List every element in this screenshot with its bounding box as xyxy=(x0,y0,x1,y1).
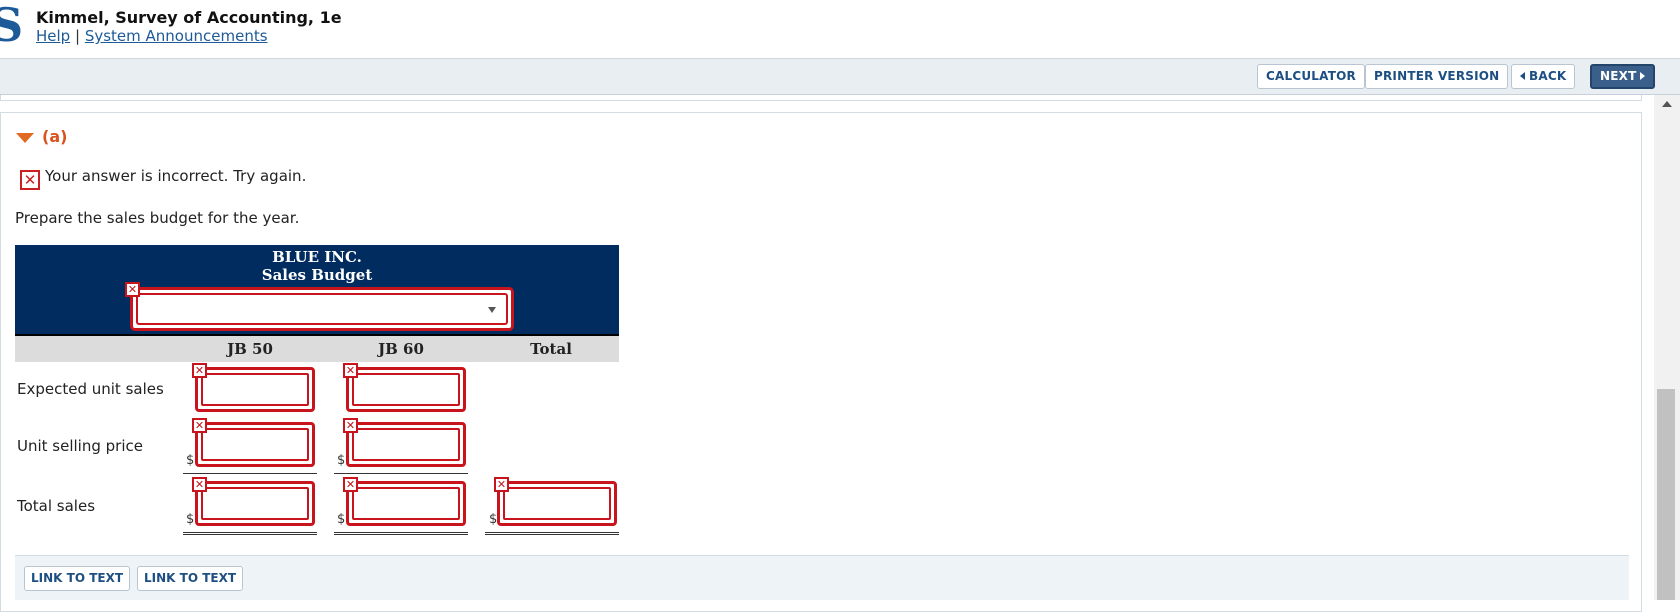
jb50-expected-unit-sales-input[interactable] xyxy=(195,367,315,412)
input-box[interactable] xyxy=(352,373,460,406)
error-x-icon: ✕ xyxy=(125,282,140,297)
input-box[interactable] xyxy=(201,428,309,461)
subtotal-underline xyxy=(334,473,468,474)
budget-title: Sales Budget xyxy=(261,266,373,284)
scroll-up-icon[interactable] xyxy=(1662,101,1672,107)
error-x-icon: ✕ xyxy=(192,477,207,492)
link-separator: | xyxy=(74,27,81,45)
link-to-text-button[interactable]: LINK TO TEXT xyxy=(137,566,244,591)
incorrect-x-icon: ✕ xyxy=(20,170,40,190)
brand-logo: S xyxy=(0,0,24,52)
calculator-button[interactable]: CALCULATOR xyxy=(1257,64,1365,89)
help-link[interactable]: Help xyxy=(36,27,70,45)
error-x-icon: ✕ xyxy=(494,477,509,492)
currency-symbol: $ xyxy=(186,453,195,468)
column-header-row: JB 50 JB 60 Total xyxy=(15,336,619,362)
error-x-icon: ✕ xyxy=(343,363,358,378)
period-select-box[interactable] xyxy=(136,293,508,325)
total-sales-input[interactable] xyxy=(497,481,617,526)
error-x-icon: ✕ xyxy=(192,418,207,433)
next-label: NEXT xyxy=(1600,69,1637,83)
previous-panel-edge xyxy=(0,95,1642,101)
toolbar: CALCULATOR PRINTER VERSION BACK NEXT xyxy=(0,59,1680,95)
resources-bar: LINK TO TEXT LINK TO TEXT xyxy=(15,555,1629,600)
scroll-thumb[interactable] xyxy=(1657,389,1675,600)
subtotal-underline xyxy=(183,473,317,474)
currency-symbol: $ xyxy=(337,512,346,527)
back-arrow-icon xyxy=(1520,72,1525,80)
vertical-scrollbar[interactable] xyxy=(1654,95,1680,600)
app-header: S Kimmel, Survey of Accounting, 1e Help … xyxy=(0,0,1680,59)
row-label-unit-selling-price: Unit selling price xyxy=(17,437,143,455)
back-label: BACK xyxy=(1529,69,1567,83)
period-select[interactable] xyxy=(130,287,514,331)
row-label-expected-unit-sales: Expected unit sales xyxy=(17,380,164,398)
column-header-jb50: JB 50 xyxy=(227,340,273,358)
jb60-total-sales-input[interactable] xyxy=(346,481,466,526)
printer-version-button[interactable]: PRINTER VERSION xyxy=(1365,64,1509,89)
next-arrow-icon xyxy=(1640,72,1646,80)
total-double-underline xyxy=(485,532,619,535)
company-name: BLUE INC. xyxy=(272,248,362,266)
budget-header: BLUE INC. Sales Budget ✕ xyxy=(15,245,619,336)
row-label-total-sales: Total sales xyxy=(17,497,96,515)
total-double-underline xyxy=(334,532,468,535)
error-x-icon: ✕ xyxy=(343,477,358,492)
currency-symbol: $ xyxy=(337,453,346,468)
column-header-jb60: JB 60 xyxy=(378,340,424,358)
feedback-text: Your answer is incorrect. Try again. xyxy=(45,167,307,185)
input-box[interactable] xyxy=(352,487,460,520)
error-x-icon: ✕ xyxy=(343,418,358,433)
question-prompt: Prepare the sales budget for the year. xyxy=(15,209,300,227)
jb60-unit-selling-price-input[interactable] xyxy=(346,422,466,467)
column-header-total: Total xyxy=(530,340,572,358)
input-box[interactable] xyxy=(201,373,309,406)
total-double-underline xyxy=(183,532,317,535)
collapse-triangle-icon xyxy=(16,133,34,143)
jb50-total-sales-input[interactable] xyxy=(195,481,315,526)
jb50-unit-selling-price-input[interactable] xyxy=(195,422,315,467)
feedback-message: ✕ Your answer is incorrect. Try again. xyxy=(20,167,306,190)
error-x-icon: ✕ xyxy=(192,363,207,378)
part-label: (a) xyxy=(42,127,68,146)
back-button[interactable]: BACK xyxy=(1511,64,1576,89)
book-title: Kimmel, Survey of Accounting, 1e xyxy=(36,8,342,27)
input-box[interactable] xyxy=(503,487,611,520)
input-box[interactable] xyxy=(352,428,460,461)
dropdown-arrow-icon xyxy=(488,307,496,313)
part-a-toggle[interactable]: (a) xyxy=(16,127,67,146)
jb60-expected-unit-sales-input[interactable] xyxy=(346,367,466,412)
system-announcements-link[interactable]: System Announcements xyxy=(85,27,268,45)
currency-symbol: $ xyxy=(186,512,195,527)
next-button[interactable]: NEXT xyxy=(1590,64,1656,89)
header-links: Help | System Announcements xyxy=(36,27,268,45)
input-box[interactable] xyxy=(201,487,309,520)
link-to-text-button[interactable]: LINK TO TEXT xyxy=(24,566,131,591)
